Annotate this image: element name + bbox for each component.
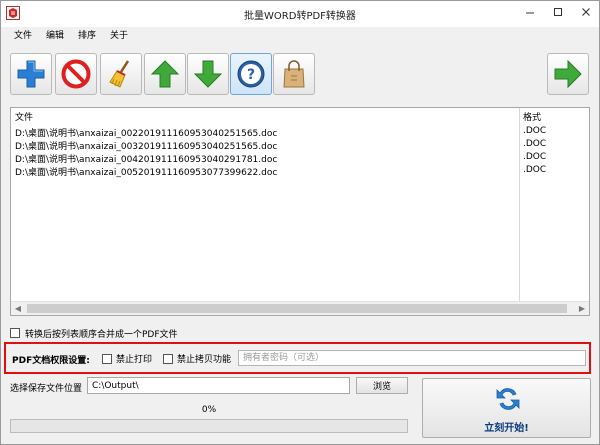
forbid-copy-option[interactable]: 禁止拷贝功能 bbox=[163, 352, 231, 365]
owner-password-input[interactable] bbox=[238, 350, 586, 366]
file-row-format: .DOC bbox=[523, 152, 547, 162]
merge-checkbox[interactable] bbox=[10, 328, 20, 338]
permission-title: PDF文档权限设置: bbox=[12, 356, 90, 366]
title-bar: 批量WORD转PDF转换器 bbox=[1, 1, 599, 27]
forbid-print-checkbox[interactable] bbox=[102, 353, 112, 364]
forbid-copy-checkbox[interactable] bbox=[163, 353, 173, 364]
forbid-print-label[interactable]: 禁止打印 bbox=[116, 352, 152, 365]
start-label: 立刻开始! bbox=[484, 423, 529, 434]
merge-option[interactable]: 转换后按列表顺序合并成一个PDF文件 bbox=[10, 326, 178, 340]
buy-button[interactable] bbox=[273, 53, 315, 95]
move-up-icon bbox=[150, 60, 180, 88]
svg-text:?: ? bbox=[247, 67, 255, 83]
file-row-format: .DOC bbox=[523, 165, 547, 175]
remove-icon bbox=[61, 59, 91, 89]
scrollbar-thumb[interactable] bbox=[27, 304, 567, 313]
help-button[interactable]: ? bbox=[230, 53, 272, 95]
app-window: 批量WORD转PDF转换器 文件 编辑 排序 关于 ? 文件 格式 D:\桌面\… bbox=[0, 0, 600, 445]
forbid-copy-label[interactable]: 禁止拷贝功能 bbox=[177, 352, 231, 365]
file-row-path[interactable]: D:\桌面\说明书\anxaizai_005201911160953077399… bbox=[15, 165, 277, 178]
progress-bar bbox=[10, 419, 408, 433]
file-row-format: .DOC bbox=[523, 139, 547, 149]
scroll-left-icon[interactable]: ◀ bbox=[11, 302, 25, 315]
menu-about[interactable]: 关于 bbox=[110, 29, 128, 43]
scroll-right-icon[interactable]: ▶ bbox=[575, 302, 589, 315]
column-header-format[interactable]: 格式 bbox=[523, 110, 541, 124]
window-title: 批量WORD转PDF转换器 bbox=[244, 11, 356, 22]
move-down-button[interactable] bbox=[187, 53, 229, 95]
file-row-path[interactable]: D:\桌面\说明书\anxaizai_004201911160953040291… bbox=[15, 152, 277, 165]
save-location-label: 选择保存文件位置 bbox=[10, 384, 83, 394]
menu-edit[interactable]: 编辑 bbox=[46, 29, 64, 43]
file-row-path[interactable]: D:\桌面\说明书\anxaizai_002201911160953040251… bbox=[15, 126, 277, 139]
close-icon bbox=[582, 8, 590, 16]
file-row-format: .DOC bbox=[523, 126, 547, 136]
browse-button[interactable]: 浏览 bbox=[356, 377, 408, 394]
maximize-icon bbox=[554, 8, 562, 16]
clear-list-button[interactable] bbox=[100, 53, 142, 95]
refresh-icon bbox=[496, 388, 520, 410]
menu-file[interactable]: 文件 bbox=[14, 29, 32, 43]
clear-broom-icon bbox=[109, 60, 130, 88]
help-icon: ? bbox=[237, 60, 265, 88]
minimize-button[interactable] bbox=[516, 1, 544, 23]
file-row-path[interactable]: D:\桌面\说明书\anxaizai_003201911160953040251… bbox=[15, 139, 277, 152]
file-list[interactable]: 文件 格式 D:\桌面\说明书\anxaizai_002201911160953… bbox=[10, 107, 590, 316]
column-divider[interactable] bbox=[519, 108, 520, 301]
save-path-input[interactable] bbox=[87, 377, 350, 394]
forbid-print-option[interactable]: 禁止打印 bbox=[102, 352, 152, 365]
add-files-button[interactable] bbox=[10, 53, 52, 95]
shopping-bag-icon bbox=[283, 60, 305, 88]
column-header-file[interactable]: 文件 bbox=[15, 110, 33, 124]
start-button[interactable]: 立刻开始! bbox=[422, 378, 591, 438]
horizontal-scrollbar[interactable]: ◀ ▶ bbox=[11, 301, 589, 315]
toolbar: ? bbox=[1, 49, 599, 99]
close-button[interactable] bbox=[572, 1, 600, 23]
merge-label[interactable]: 转换后按列表顺序合并成一个PDF文件 bbox=[25, 327, 178, 340]
progress-percent: 0% bbox=[201, 405, 217, 415]
maximize-button[interactable] bbox=[544, 1, 572, 23]
pdf-permission-settings: PDF文档权限设置: 禁止打印 禁止拷贝功能 bbox=[4, 342, 591, 374]
add-icon bbox=[17, 60, 45, 88]
minimize-icon bbox=[526, 12, 534, 14]
move-down-icon bbox=[193, 60, 223, 88]
remove-file-button[interactable] bbox=[55, 53, 97, 95]
menu-bar: 文件 编辑 排序 关于 bbox=[1, 27, 599, 45]
next-arrow-icon bbox=[554, 59, 582, 89]
move-up-button[interactable] bbox=[144, 53, 186, 95]
menu-sort[interactable]: 排序 bbox=[78, 29, 96, 43]
next-step-button[interactable] bbox=[547, 53, 589, 95]
